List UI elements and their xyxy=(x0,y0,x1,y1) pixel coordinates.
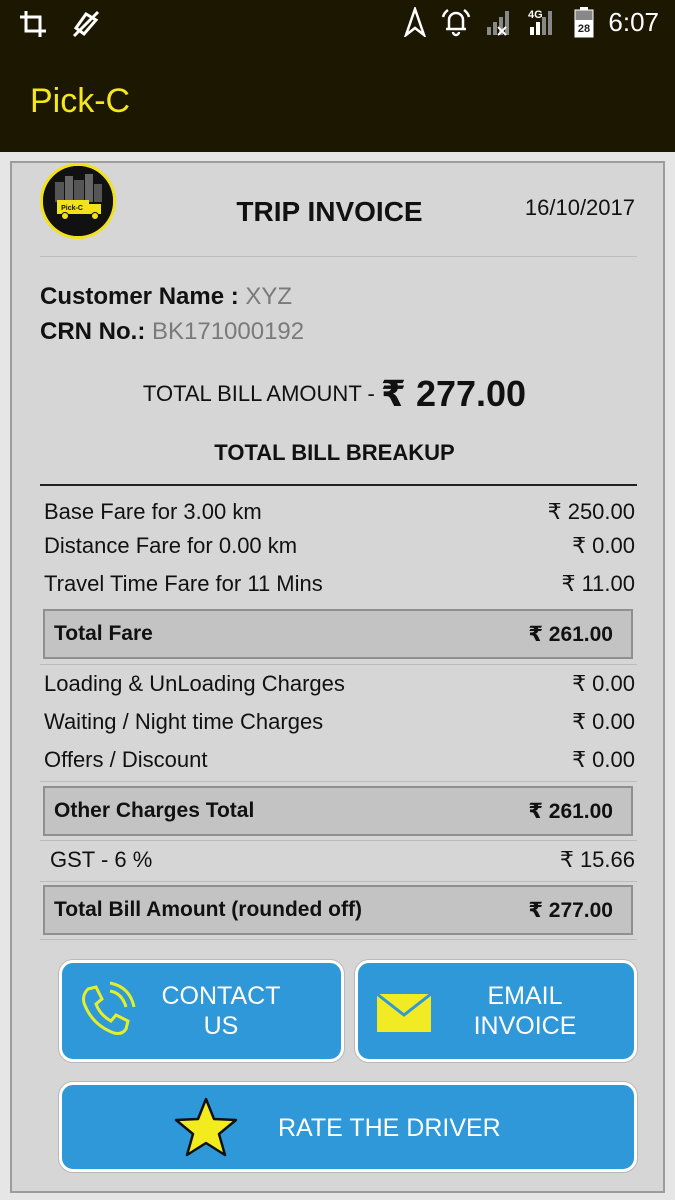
gst-value: ₹ 15.66 xyxy=(559,847,635,872)
total-bill-value: ₹ 277.00 xyxy=(380,373,527,414)
breakup-title: TOTAL BILL BREAKUP xyxy=(214,440,455,465)
rate-driver-button[interactable]: RATE THE DRIVER xyxy=(59,1082,637,1172)
svg-text:28: 28 xyxy=(578,23,590,35)
no-location-icon xyxy=(70,8,102,40)
breakup-divider xyxy=(40,484,637,486)
fare-label: Travel Time Fare for 11 Mins xyxy=(44,571,323,596)
other-charges-label: Other Charges Total xyxy=(54,799,255,822)
charge-label: Waiting / Night time Charges xyxy=(44,709,324,734)
contact-us-label: CONTACT US xyxy=(156,981,286,1041)
charge-value: ₹ 0.00 xyxy=(572,709,635,734)
envelope-icon xyxy=(376,992,432,1040)
total-fare-row: Total Fare ₹ 261.00 xyxy=(43,609,633,659)
charge-label: Loading & UnLoading Charges xyxy=(44,671,345,696)
email-label-line2: INVOICE xyxy=(473,1012,577,1040)
email-invoice-label: EMAIL INVOICE xyxy=(460,981,590,1041)
app-title: Pick-C xyxy=(30,82,131,120)
contact-label-line1: CONTACT xyxy=(161,982,281,1010)
charge-row-waiting: Waiting / Night time Charges ₹ 0.00 xyxy=(42,705,635,739)
star-icon xyxy=(174,1095,238,1166)
fare-row-distance: Distance Fare for 0.00 km ₹ 0.00 xyxy=(42,529,635,563)
rounded-total-row: Total Bill Amount (rounded off) ₹ 277.00 xyxy=(43,885,633,935)
total-fare-label: Total Fare xyxy=(54,622,153,645)
gst-label: GST - 6 % xyxy=(50,847,153,872)
fare-value: ₹ 0.00 xyxy=(572,533,635,558)
charge-row-loading: Loading & UnLoading Charges ₹ 0.00 xyxy=(42,667,635,701)
contact-label-line2: US xyxy=(203,1012,239,1040)
navigation-icon xyxy=(404,7,427,37)
battery-icon: 28 xyxy=(574,6,594,38)
phone-icon xyxy=(76,981,136,1048)
gst-row: GST - 6 % ₹ 15.66 xyxy=(42,843,635,877)
fare-row-base: Base Fare for 3.00 km ₹ 250.00 xyxy=(42,495,635,529)
fare-value: ₹ 11.00 xyxy=(561,571,635,596)
total-bill-label: TOTAL BILL AMOUNT - xyxy=(142,381,381,406)
total-bill-amount: TOTAL BILL AMOUNT - ₹ 277.00 xyxy=(12,373,667,415)
rate-driver-label: RATE THE DRIVER xyxy=(278,1114,501,1142)
divider xyxy=(40,664,637,665)
total-fare-value: ₹ 261.00 xyxy=(528,622,613,646)
signal-4g-icon: 4G xyxy=(526,7,560,37)
crn-label: CRN No.: xyxy=(40,318,152,345)
invoice-date: 16/10/2017 xyxy=(524,195,635,220)
divider xyxy=(40,939,637,940)
other-charges-value: ₹ 261.00 xyxy=(528,799,613,823)
status-bar: 4G 28 6:07 xyxy=(0,0,675,50)
customer-name-value: XYZ xyxy=(245,283,293,310)
app-bar: Pick-C xyxy=(0,50,675,152)
customer-name-label: Customer Name : xyxy=(40,283,246,310)
rounded-total-value: ₹ 277.00 xyxy=(528,898,613,922)
fare-row-travel-time: Travel Time Fare for 11 Mins ₹ 11.00 xyxy=(42,567,635,601)
alarm-icon xyxy=(440,7,472,37)
charge-value: ₹ 0.00 xyxy=(572,747,635,772)
charge-value: ₹ 0.00 xyxy=(572,671,635,696)
divider xyxy=(40,256,637,257)
crop-icon xyxy=(18,9,48,39)
clock: 6:07 xyxy=(608,6,659,37)
other-charges-total-row: Other Charges Total ₹ 261.00 xyxy=(43,786,633,836)
email-invoice-button[interactable]: EMAIL INVOICE xyxy=(355,960,637,1062)
fare-label: Distance Fare for 0.00 km xyxy=(44,533,298,558)
svg-text:4G: 4G xyxy=(528,9,543,21)
charge-row-offers: Offers / Discount ₹ 0.00 xyxy=(42,743,635,777)
charge-label: Offers / Discount xyxy=(44,747,208,772)
fare-value: ₹ 250.00 xyxy=(547,499,635,524)
signal-icon xyxy=(486,7,512,37)
email-label-line1: EMAIL xyxy=(487,982,563,1010)
divider xyxy=(40,881,637,882)
crn-value: BK171000192 xyxy=(151,318,305,345)
divider xyxy=(40,781,637,782)
rounded-total-label: Total Bill Amount (rounded off) xyxy=(54,898,362,921)
fare-label: Base Fare for 3.00 km xyxy=(44,499,262,524)
crn-line: CRN No.: BK171000192 xyxy=(40,318,304,346)
customer-name-line: Customer Name : XYZ xyxy=(40,283,292,311)
divider xyxy=(40,840,637,841)
contact-us-button[interactable]: CONTACT US xyxy=(59,960,344,1062)
invoice-card: Pick-C TRIP INVOICE 16/10/2017 Customer … xyxy=(10,161,665,1193)
